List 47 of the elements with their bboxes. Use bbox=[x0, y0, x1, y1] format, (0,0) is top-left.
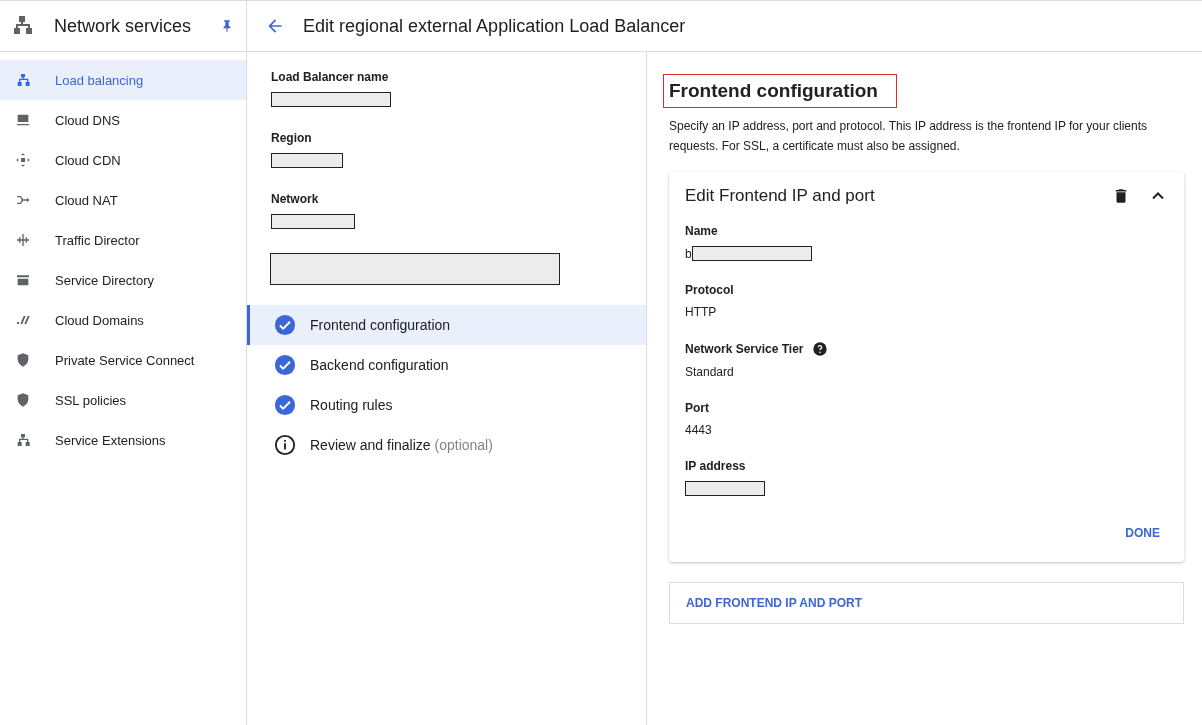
nav-item[interactable]: Cloud DNS bbox=[0, 100, 246, 140]
field-label: Network bbox=[271, 192, 320, 206]
step-item[interactable]: Backend configuration bbox=[247, 345, 646, 385]
field-label: Protocol bbox=[685, 283, 734, 297]
nav-item[interactable]: Service Directory bbox=[0, 260, 246, 300]
step-item[interactable]: Frontend configuration bbox=[247, 305, 646, 345]
field-label: Network Service Tier bbox=[685, 342, 804, 356]
section-description: Specify an IP address, port and protocol. This IP address is the frontend IP for your clients requests. For SSL, a certificate must also be assigned. bbox=[669, 118, 1149, 155]
check-circle-icon bbox=[274, 314, 296, 336]
step-item[interactable]: Routing rules bbox=[247, 385, 646, 425]
page-title: Edit regional external Application Load Balancer bbox=[303, 15, 686, 37]
check-circle-icon bbox=[274, 354, 296, 376]
nav-item[interactable]: Private Service Connect bbox=[0, 340, 246, 380]
help-icon[interactable] bbox=[811, 341, 828, 357]
nav-item[interactable]: Cloud Domains bbox=[0, 300, 246, 340]
step-item[interactable]: Review and finalize (optional) bbox=[247, 425, 646, 465]
field-label: IP address bbox=[685, 459, 746, 473]
nav-item[interactable]: Service Extensions bbox=[0, 420, 246, 460]
monitor-icon bbox=[15, 112, 31, 128]
field-label: Name bbox=[685, 224, 718, 238]
arrows-icon bbox=[15, 152, 31, 168]
field-value: Standard bbox=[685, 365, 734, 379]
nav-item[interactable]: Load balancing bbox=[0, 60, 246, 100]
nav-item[interactable]: Cloud CDN bbox=[0, 140, 246, 180]
field-label: Region bbox=[271, 131, 313, 145]
shield-icon bbox=[15, 392, 31, 408]
nav-item[interactable]: Cloud NAT bbox=[0, 180, 246, 220]
redaction-box bbox=[271, 153, 343, 168]
field-label: Port bbox=[685, 401, 709, 415]
field-value: HTTP bbox=[685, 305, 717, 319]
info-icon bbox=[274, 434, 296, 456]
tray-icon bbox=[15, 272, 31, 288]
nav-item[interactable]: SSL policies bbox=[0, 380, 246, 420]
shield-icon bbox=[15, 352, 31, 368]
field-label: Load Balancer name bbox=[271, 70, 390, 84]
nav-item[interactable]: Traffic Director bbox=[0, 220, 246, 260]
done-button[interactable]: DONE bbox=[1117, 518, 1168, 548]
product-title: Network services bbox=[54, 15, 193, 37]
network-icon bbox=[15, 72, 31, 88]
check-circle-icon bbox=[274, 394, 296, 416]
section-title: Frontend configuration bbox=[663, 74, 897, 108]
field-value: 4443 bbox=[685, 423, 712, 437]
network-icon bbox=[15, 432, 31, 448]
signal-icon bbox=[15, 232, 31, 248]
add-frontend-button[interactable]: ADD FRONTEND IP AND PORT bbox=[669, 582, 1184, 624]
field-value: b bbox=[685, 246, 692, 261]
card-title: Edit Frontend IP and port bbox=[685, 186, 876, 206]
